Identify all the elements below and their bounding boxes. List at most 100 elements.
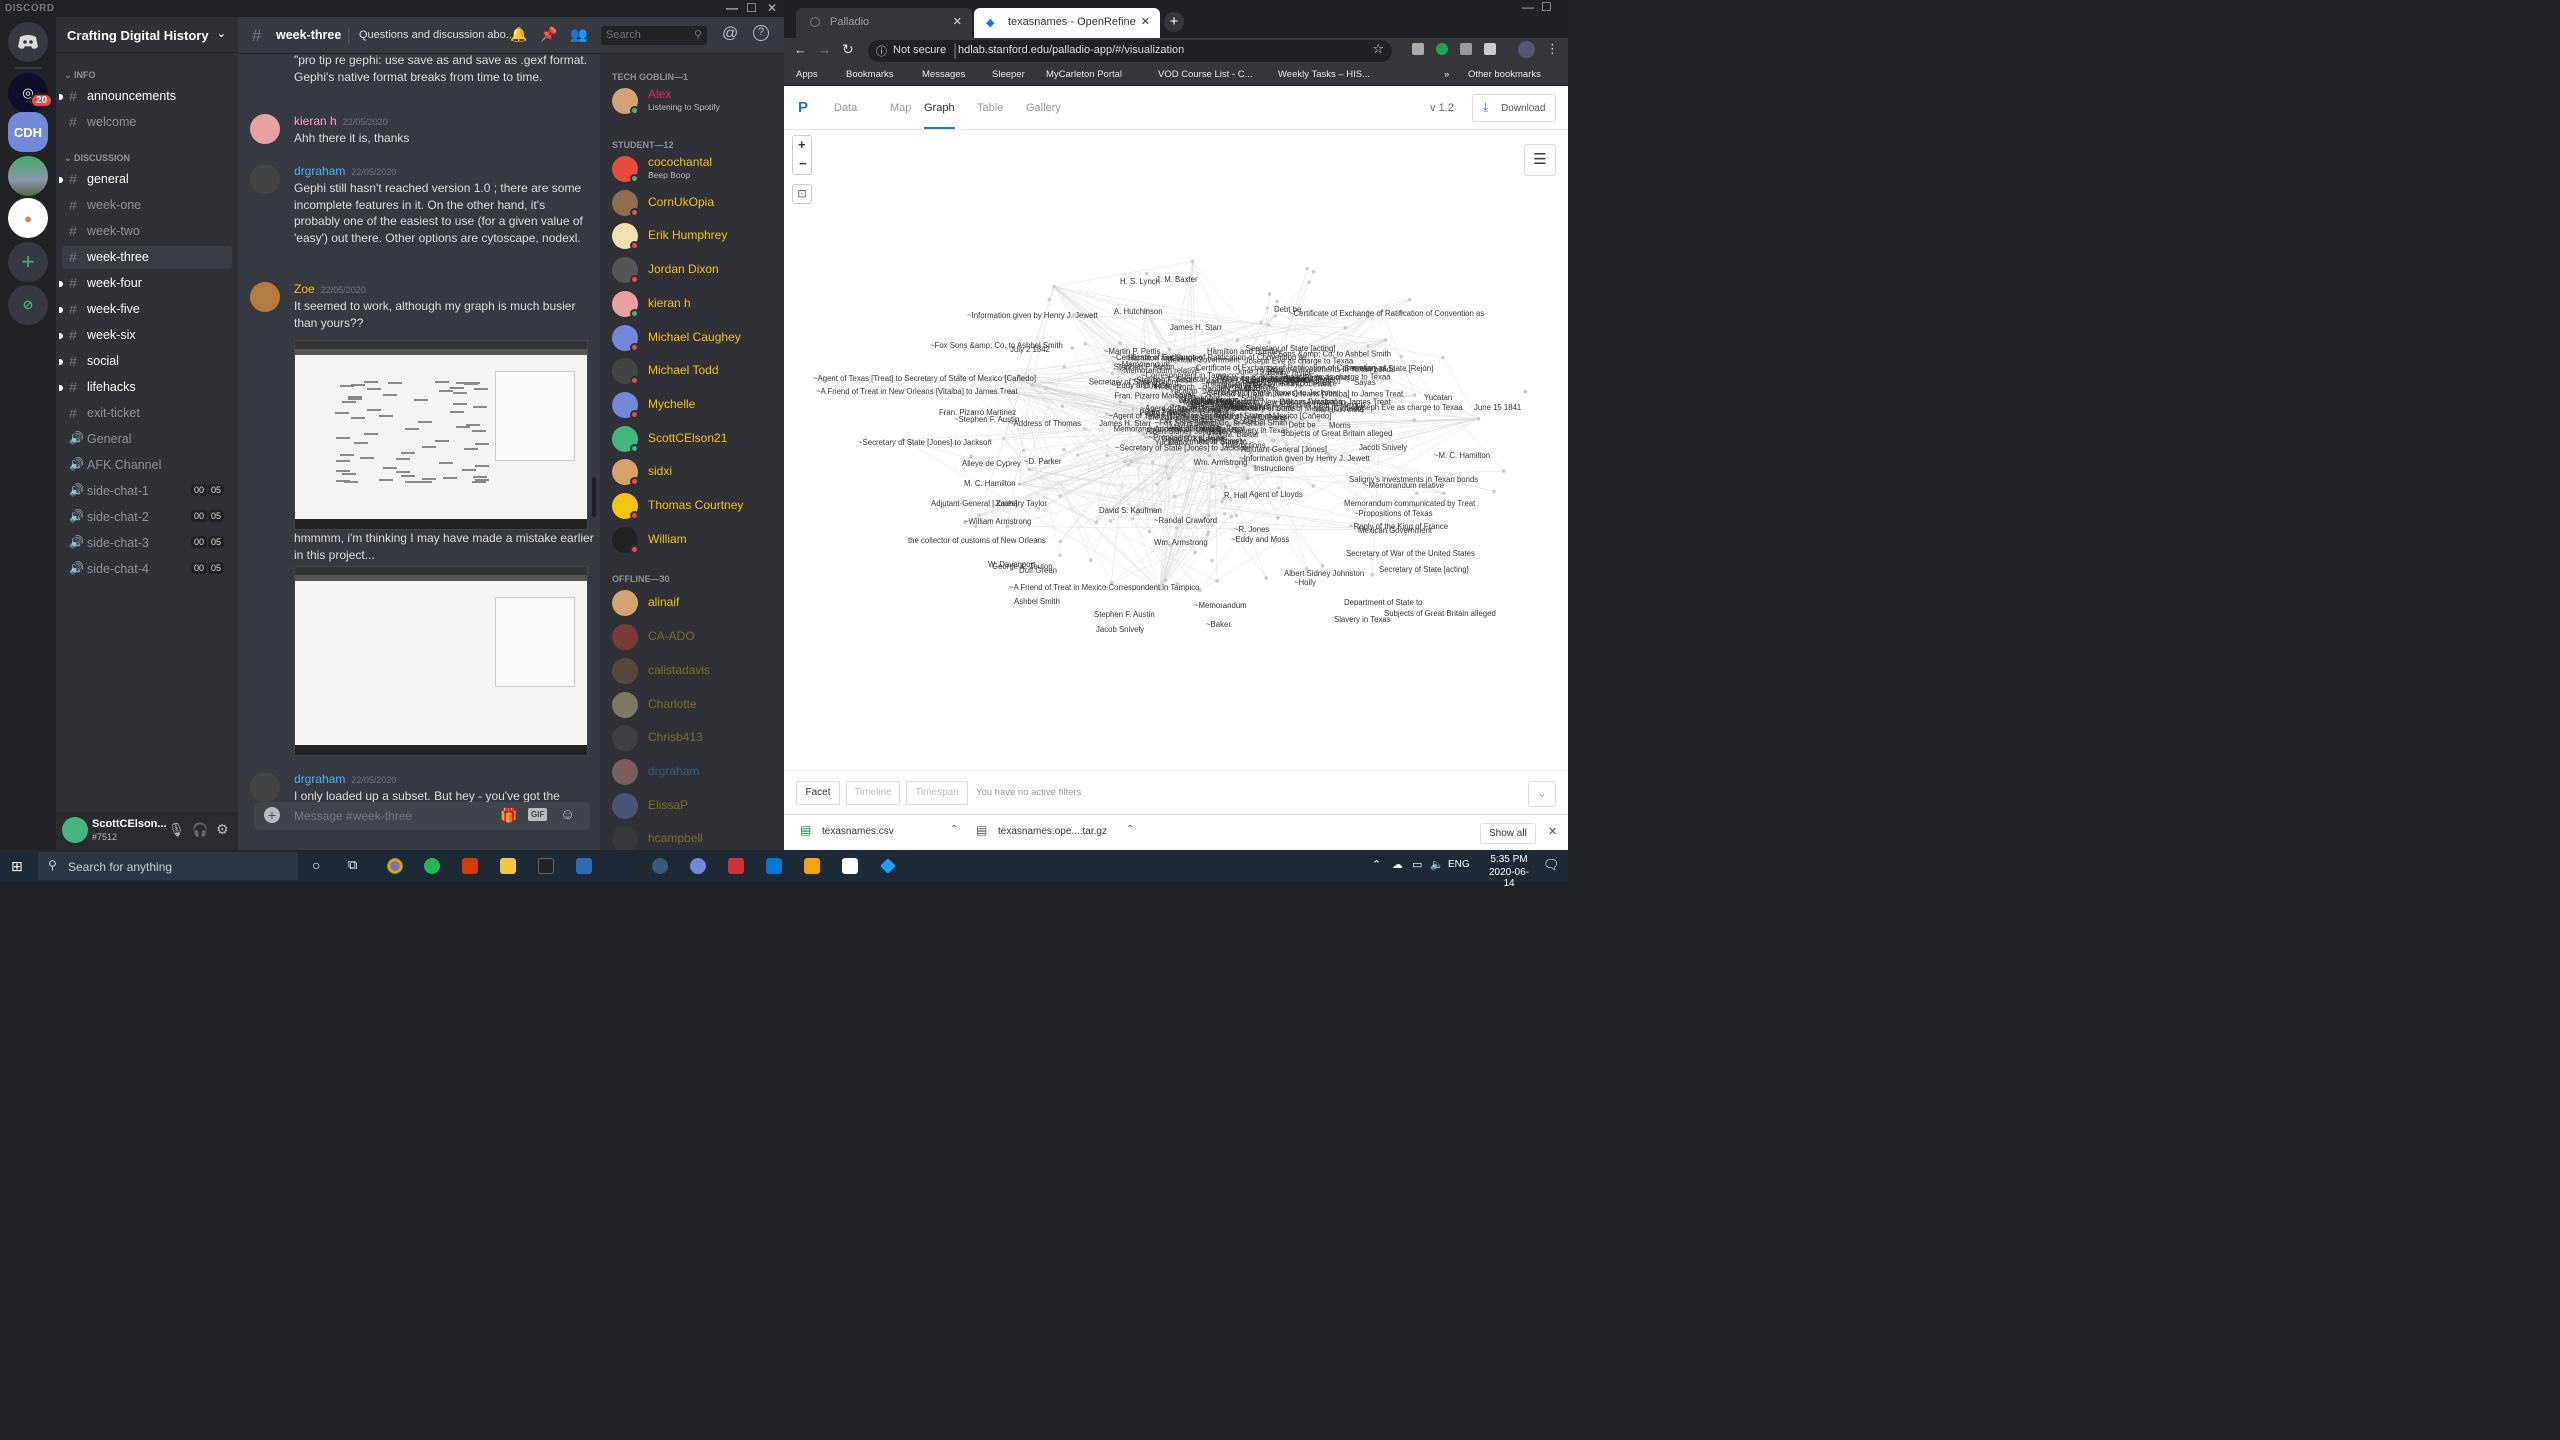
graph-node[interactable] [1094,520,1098,525]
member-item[interactable]: Michael Caughey [610,323,778,355]
member-item[interactable]: calistadavis [610,656,778,688]
openrefine-taskbar-icon[interactable] [880,858,896,874]
taskbar-search[interactable]: ⚲ Search for anything [38,852,298,880]
graph-node[interactable] [1383,338,1388,342]
notification-icon[interactable]: 🗨 [1543,857,1560,873]
member-item[interactable]: Mychelle [610,390,778,422]
graph-node[interactable] [1265,306,1270,310]
graph-node[interactable] [1207,453,1212,458]
graph-node[interactable] [1058,539,1063,544]
graph-node[interactable] [1229,514,1234,519]
graph-node[interactable] [1273,314,1278,318]
clock-date[interactable]: 2020-06-14 [1484,867,1534,889]
headphones-icon[interactable]: 🎧 [192,822,208,838]
graph-node[interactable] [1259,320,1263,325]
graph-node[interactable] [1190,259,1195,264]
graph-node[interactable] [1305,266,1310,271]
graph-node[interactable] [1118,400,1122,404]
graph-node[interactable] [1501,469,1506,473]
download-button[interactable]: ⤓ Download [1472,94,1556,122]
graph-node[interactable] [1223,485,1228,489]
microphone-icon[interactable]: 🎙 [168,822,185,838]
channel-welcome[interactable]: # welcome [62,111,232,134]
graph-node[interactable] [1052,284,1056,289]
download-item[interactable]: ▤ texasnames.ope....tar.gz ⌃ [974,821,1144,845]
clock-time[interactable]: 5:35 PM [1484,854,1534,865]
voice-channel-side-chat-3[interactable]: 🔊 side-chat-3 00 05 [62,532,232,555]
file-explorer-icon[interactable] [500,858,516,874]
server-icon-logo[interactable]: ● [8,198,48,238]
sublime-icon[interactable] [804,858,820,874]
nav-tab-gallery[interactable]: Gallery [1026,102,1061,114]
voice-channel-side-chat-2[interactable]: 🔊 side-chat-2 00 05 [62,506,232,529]
graph-canvas[interactable]: + − ⊡ ☰ H. S. Lynch J. M. Baxter ~Informat… [784,130,1568,770]
graph-node[interactable] [1215,579,1219,583]
emoji-icon[interactable]: ☺ [560,806,575,823]
graph-node[interactable] [1245,476,1250,481]
gift-icon[interactable]: 🎁 [500,807,517,824]
filter-timespan[interactable]: Timespan [906,781,968,805]
graph-node[interactable] [1163,578,1168,582]
graph-node[interactable] [1021,448,1026,453]
star-icon[interactable]: ☆ [1372,41,1384,57]
download-item[interactable]: ▤ texasnames.csv ⌃ [798,821,968,845]
screenshot-attachment[interactable] [294,566,588,756]
member-item[interactable]: alinaif [610,588,778,620]
server-header[interactable]: Crafting Digital History ⌄ [56,17,238,53]
show-all-button[interactable]: Show all [1480,823,1536,844]
bell-icon[interactable]: 🔔 [510,26,527,43]
filter-facet[interactable]: Facet [796,781,840,805]
message-author[interactable]: drgraham 22/05/2020 [294,164,396,178]
graph-node[interactable] [1415,491,1419,496]
screenshot-attachment[interactable] [294,340,588,530]
graph-node[interactable] [1412,393,1417,397]
graph-node[interactable] [1129,459,1134,464]
graph-node[interactable] [1058,494,1062,498]
graph-node[interactable] [1126,463,1131,467]
nav-tab-table[interactable]: Table [977,102,1003,114]
message-composer[interactable]: + Message #week-three 🎁 GIF ☺ [254,802,590,830]
graph-node[interactable] [1276,515,1280,520]
graph-node[interactable] [1267,292,1272,296]
mention-icon[interactable]: @ [722,25,738,43]
bookmark-item[interactable]: VOD Course List - C... [1158,69,1253,80]
graph-node[interactable] [1210,484,1214,489]
spotify-icon[interactable] [424,858,440,874]
forward-arrow-icon[interactable]: → [818,42,831,57]
graph-node[interactable] [1088,558,1093,562]
graph-node[interactable] [1222,511,1227,516]
graph-node[interactable] [1311,269,1316,274]
window-minimize-button[interactable]: — [1522,0,1534,14]
avatar[interactable] [250,772,280,802]
battery-icon[interactable]: ▭ [1412,858,1422,871]
search-input[interactable]: Search ⚲ [601,26,707,45]
member-item[interactable]: Chrisb413 [610,723,778,755]
member-item[interactable]: kieran h [610,289,778,321]
menu-kebab-icon[interactable]: ⋮ [1546,41,1559,57]
graph-node[interactable] [1058,553,1062,557]
window-maximize-button[interactable]: ☐ [1541,0,1552,14]
message-input[interactable]: Message #week-three [294,809,412,823]
channel-week-two[interactable]: # week-two [62,220,232,243]
member-item[interactable]: hcampbell [610,824,778,850]
graph-node[interactable] [1070,346,1075,350]
member-item[interactable]: Michael Todd [610,356,778,388]
graph-node[interactable] [1062,447,1066,452]
tab-openrefine[interactable]: ◆ texasnames - OpenRefine ✕ [974,8,1160,38]
graph-node[interactable] [1017,482,1022,487]
graph-node[interactable] [1172,494,1177,499]
app-icon-1[interactable] [576,858,592,874]
app-icon-3[interactable] [728,858,744,874]
graph-node[interactable] [1047,297,1051,302]
graph-node[interactable] [1044,386,1048,390]
graph-node[interactable] [1167,347,1172,352]
graph-node[interactable] [1082,427,1087,431]
graph-node[interactable] [1144,271,1149,276]
graph-node[interactable] [1412,417,1416,422]
graph-node[interactable] [1407,297,1412,302]
message-author[interactable]: drgraham 22/05/2020 [294,772,396,786]
graph-node[interactable] [1155,482,1160,486]
graph-node[interactable] [1164,465,1169,469]
graph-node[interactable] [1131,407,1135,412]
chevron-down-icon[interactable]: ⌄ [217,27,226,40]
